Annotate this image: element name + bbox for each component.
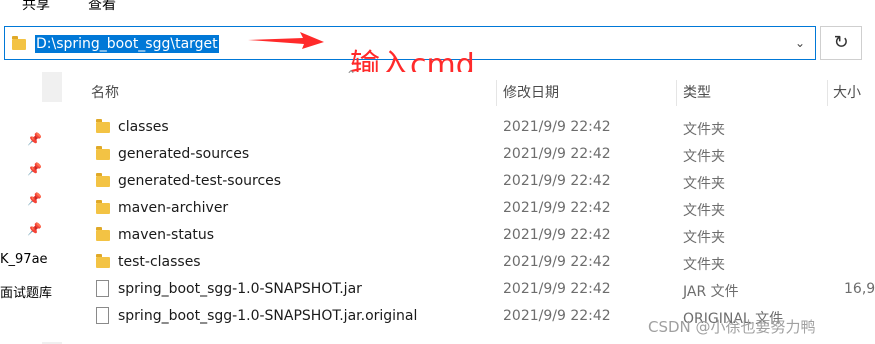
file-type: 文件夹 [683,122,725,138]
folder-icon [12,36,26,50]
file-type: 文件夹 [683,203,725,219]
file-row[interactable]: spring_boot_sgg-1.0-SNAPSHOT.jar 2021/9/… [64,276,875,303]
refresh-icon: ↻ [833,32,849,53]
file-date: 2021/9/9 22:42 [503,146,611,162]
folder-icon [96,173,110,187]
file-row[interactable]: maven-status 2021/9/9 22:42 文件夹 [64,222,875,249]
file-icon [96,280,109,297]
file-row[interactable]: maven-archiver 2021/9/9 22:42 文件夹 [64,195,875,222]
ribbon-tabs: 共享 查看 [0,0,875,18]
column-header-type[interactable]: 类型 [683,82,711,102]
file-date: 2021/9/9 22:42 [503,227,611,243]
file-type: 文件夹 [683,230,725,246]
pin-icon[interactable]: 📌 [27,162,42,176]
column-header: ⌃ 名称 修改日期 类型 大小 [64,68,875,108]
folder-icon [96,254,110,268]
file-row[interactable]: generated-test-sources 2021/9/9 22:42 文件… [64,168,875,195]
file-name: spring_boot_sgg-1.0-SNAPSHOT.jar.origina… [118,308,418,324]
file-type: 文件夹 [683,176,725,192]
watermark: CSDN @小徐也要努力鸭 [648,318,816,336]
file-name: test-classes [118,254,201,270]
pin-icon[interactable]: 📌 [27,192,42,206]
tab-view[interactable]: 查看 [88,0,116,14]
file-type: 文件夹 [683,257,725,273]
pin-icon[interactable]: 📌 [27,222,42,236]
file-type: JAR 文件 [683,284,739,300]
file-row[interactable]: classes 2021/9/9 22:42 文件夹 [64,114,875,141]
sort-ascending-icon: ⌃ [346,68,357,82]
pin-icon[interactable]: 📌 [27,132,42,146]
file-size: 16,9 [844,281,875,297]
column-header-size[interactable]: 大小 [833,82,861,102]
column-divider[interactable] [496,80,497,106]
folder-icon [96,146,110,160]
file-type: 文件夹 [683,149,725,165]
file-name: maven-archiver [118,200,229,216]
file-name: maven-status [118,227,215,243]
nav-item-label[interactable]: 面试题库 [0,282,52,301]
file-date: 2021/9/9 22:42 [503,281,611,297]
file-date: 2021/9/9 22:42 [503,119,611,135]
column-header-date[interactable]: 修改日期 [503,82,559,102]
chevron-down-icon[interactable]: ⌄ [795,36,805,50]
nav-scrollbar-thumb[interactable] [42,102,62,342]
folder-icon [96,200,110,214]
file-name: spring_boot_sgg-1.0-SNAPSHOT.jar [118,281,362,297]
file-icon [96,307,109,324]
file-name: generated-sources [118,146,250,162]
file-date: 2021/9/9 22:42 [503,173,611,189]
column-divider[interactable] [676,80,677,106]
file-row[interactable]: generated-sources 2021/9/9 22:42 文件夹 [64,141,875,168]
file-date: 2021/9/9 22:42 [503,200,611,216]
nav-scrollbar[interactable] [42,72,62,344]
file-date: 2021/9/9 22:42 [503,254,611,270]
file-name: generated-test-sources [118,173,282,189]
nav-item-label[interactable]: K_97ae [0,252,48,267]
file-row[interactable]: test-classes 2021/9/9 22:42 文件夹 [64,249,875,276]
file-date: 2021/9/9 22:42 [503,308,611,324]
column-divider[interactable] [827,80,828,106]
address-path[interactable]: D:\spring_boot_sgg\target [35,35,219,53]
file-name: classes [118,119,169,135]
annotation-arrow [248,32,324,49]
refresh-button[interactable]: ↻ [820,26,862,60]
column-header-name[interactable]: 名称 [91,82,119,102]
folder-icon [96,119,110,133]
folder-icon [96,227,110,241]
tab-share[interactable]: 共享 [22,0,50,14]
